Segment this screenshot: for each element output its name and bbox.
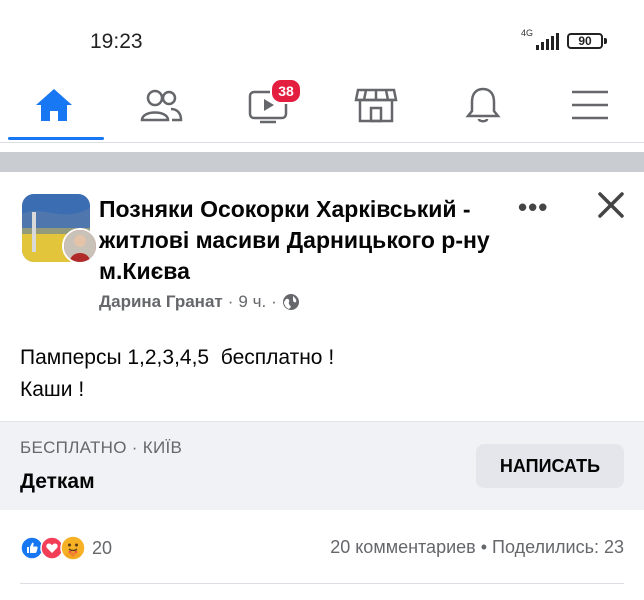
group-name-link[interactable]: Позняки Осокорки Харківський - житлові м… — [99, 194, 509, 287]
globe-icon — [282, 294, 299, 310]
network-indicator: 4G — [521, 28, 534, 38]
bell-icon — [465, 87, 501, 123]
author-name-link[interactable]: Дарина Гранат — [99, 292, 223, 312]
feed-separator — [0, 152, 644, 172]
comments-shares-stats[interactable]: 20 комментариев • Поделились: 23 — [330, 537, 624, 558]
author-photo-icon — [64, 230, 96, 262]
tab-marketplace[interactable] — [326, 70, 426, 140]
post-body: Памперсы 1,2,3,4,5 бесплатно ! Каши ! — [20, 342, 334, 406]
author-avatar[interactable] — [62, 228, 98, 264]
close-icon[interactable] — [596, 190, 626, 220]
post-text-line: Памперсы 1,2,3,4,5 бесплатно ! — [20, 346, 335, 369]
tab-menu[interactable] — [540, 70, 640, 140]
reactions-summary[interactable]: 20 — [20, 535, 112, 561]
meta-separator: · — [227, 292, 234, 311]
tab-notifications[interactable] — [433, 70, 533, 140]
care-reaction-icon — [60, 535, 86, 561]
meta-separator: · — [271, 292, 277, 311]
tab-friends[interactable] — [111, 70, 211, 140]
hamburger-menu-icon — [572, 90, 608, 120]
signal-icon — [536, 33, 559, 50]
reactions-count: 20 — [92, 537, 113, 558]
listing-title: Деткам — [20, 470, 95, 493]
post-time[interactable]: 9 ч. — [238, 292, 266, 312]
battery-indicator: 90 — [567, 33, 607, 49]
top-navigation: 38 — [0, 70, 644, 143]
post-text-line: Каши ! — [20, 378, 85, 401]
home-icon — [36, 89, 72, 121]
status-bar: 19:23 4G 90 — [0, 0, 644, 70]
tab-home[interactable] — [4, 70, 104, 140]
message-seller-button[interactable]: НАПИСАТЬ — [476, 444, 624, 488]
clock: 19:23 — [90, 30, 143, 53]
more-options-button[interactable]: ••• — [518, 192, 548, 223]
listing-category: БЕСПЛАТНО · КИЇВ — [20, 438, 183, 457]
friends-icon — [140, 89, 183, 122]
divider — [20, 583, 624, 584]
post-meta: Дарина Гранат · 9 ч. · — [99, 292, 300, 312]
marketplace-listing[interactable]: БЕСПЛАТНО · КИЇВ Деткам НАПИСАТЬ — [0, 421, 644, 510]
watch-badge: 38 — [270, 78, 302, 104]
marketplace-icon — [354, 88, 398, 123]
tab-watch[interactable] — [218, 70, 318, 140]
